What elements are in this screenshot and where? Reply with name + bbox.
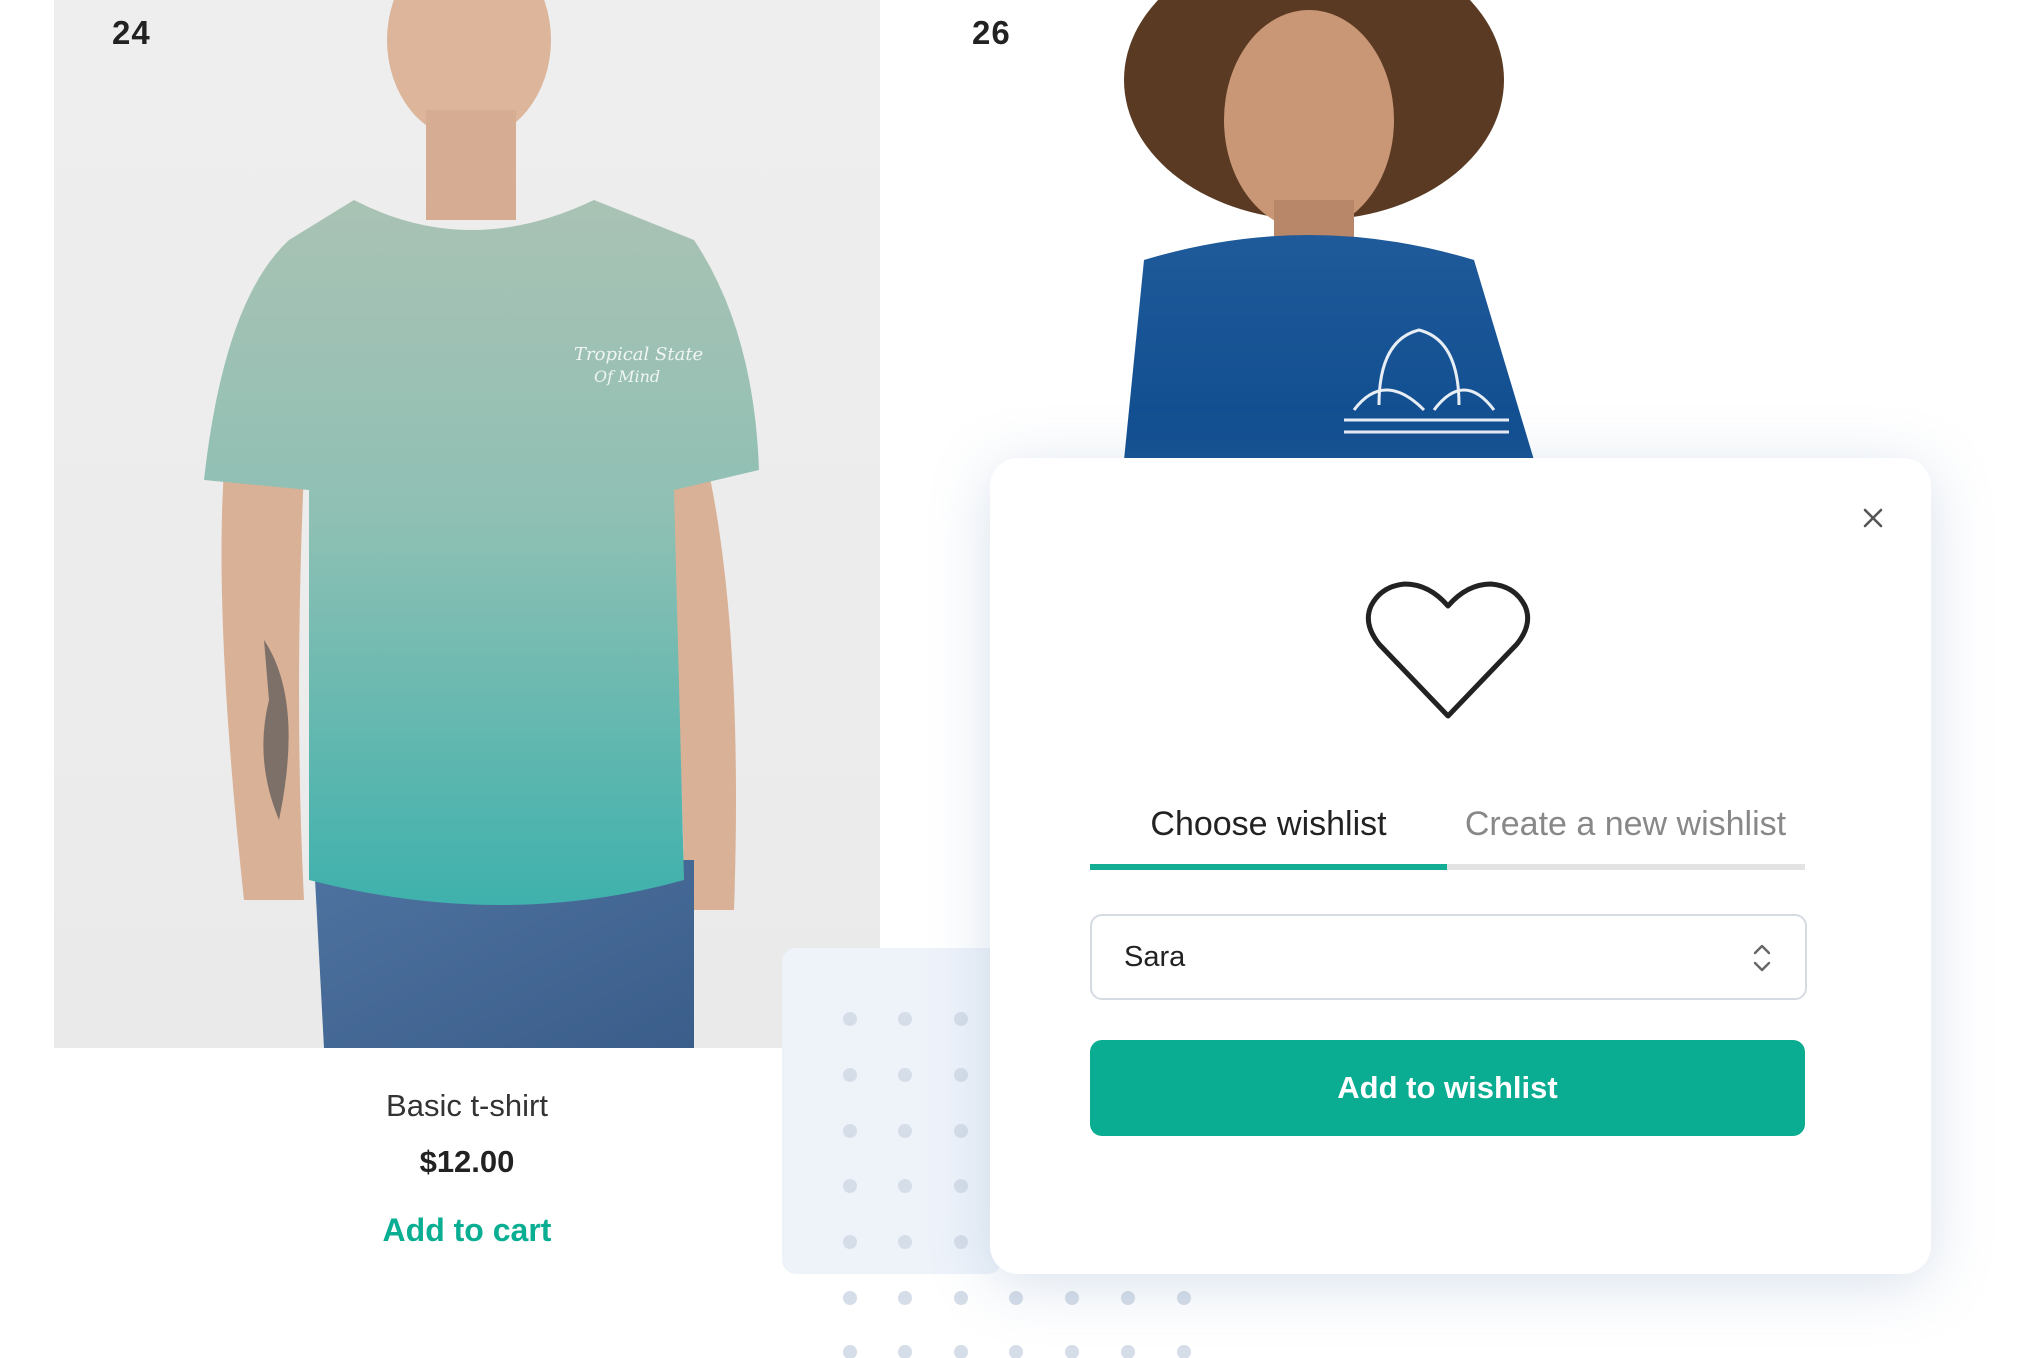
tab-choose-wishlist[interactable]: Choose wishlist — [1090, 794, 1447, 854]
wishlist-tabs: Choose wishlist Create a new wishlist — [1090, 794, 1805, 864]
tabs-active-indicator — [1090, 864, 1447, 870]
heart-icon — [1365, 581, 1531, 719]
wishlist-select-value: Sara — [1124, 941, 1186, 973]
wishlist-modal: Choose wishlist Create a new wishlist Sa… — [990, 458, 1931, 1274]
tabs-underline-track — [1090, 864, 1805, 870]
add-to-wishlist-button[interactable]: Add to wishlist — [1090, 1040, 1805, 1136]
tab-create-new-wishlist[interactable]: Create a new wishlist — [1447, 794, 1804, 854]
wishlist-select[interactable]: Sara — [1090, 914, 1807, 1000]
close-icon[interactable] — [1857, 502, 1889, 534]
select-arrows-icon — [1753, 944, 1771, 972]
